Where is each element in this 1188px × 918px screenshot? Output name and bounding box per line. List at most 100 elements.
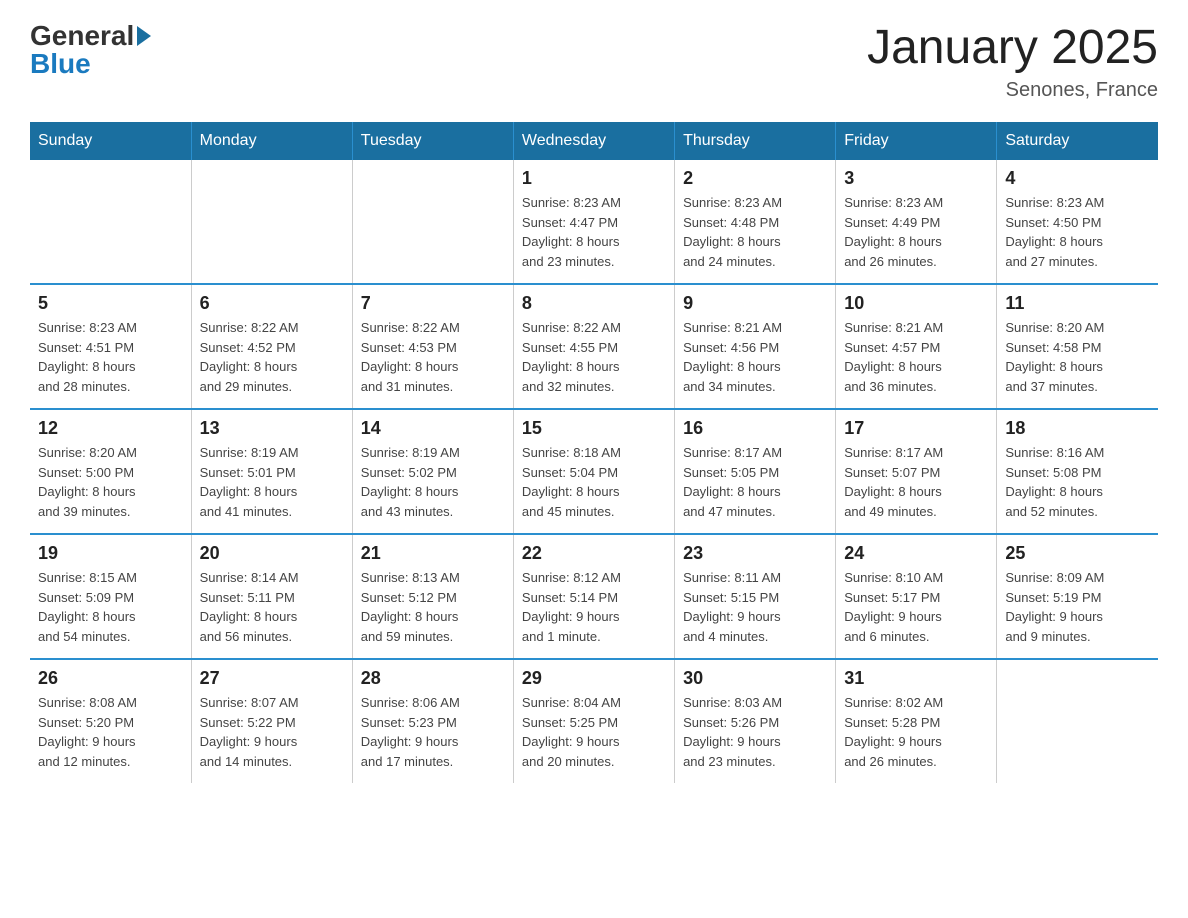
calendar-cell-w4-d4: 22Sunrise: 8:12 AMSunset: 5:14 PMDayligh… (513, 534, 674, 659)
day-number-3: 3 (844, 168, 988, 189)
calendar-cell-w1-d2 (191, 160, 352, 284)
day-info-1: Sunrise: 8:23 AMSunset: 4:47 PMDaylight:… (522, 193, 666, 271)
weekday-header-sunday: Sunday (30, 122, 191, 160)
page-title: January 2025 (867, 20, 1158, 75)
calendar-cell-w5-d7 (997, 659, 1158, 783)
day-info-17: Sunrise: 8:17 AMSunset: 5:07 PMDaylight:… (844, 443, 988, 521)
calendar-week-5: 26Sunrise: 8:08 AMSunset: 5:20 PMDayligh… (30, 659, 1158, 783)
calendar-cell-w4-d2: 20 Sunrise: 8:14 AMSunset: 5:11 PMDayligh… (191, 534, 352, 659)
day-info-14: Sunrise: 8:19 AMSunset: 5:02 PMDaylight:… (361, 443, 505, 521)
day-number-12: 12 (38, 418, 183, 439)
calendar-cell-w3-d1: 12 Sunrise: 8:20 AMSunset: 5:00 PMDayligh… (30, 409, 191, 534)
calendar-cell-w5-d2: 27 Sunrise: 8:07 AMSunset: 5:22 PMDayligh… (191, 659, 352, 783)
calendar-body: 1Sunrise: 8:23 AMSunset: 4:47 PMDaylight… (30, 160, 1158, 783)
logo-arrow-icon (137, 26, 151, 46)
day-info-12: Sunrise: 8:20 AMSunset: 5:00 PMDaylight:… (38, 443, 183, 521)
day-number-13: 13 (200, 418, 344, 439)
calendar-cell-w1-d6: 3Sunrise: 8:23 AMSunset: 4:49 PMDaylight… (836, 160, 997, 284)
day-info-16: Sunrise: 8:17 AMSunset: 5:05 PMDaylight:… (683, 443, 827, 521)
day-number-26: 26 (38, 668, 183, 689)
day-number-16: 16 (683, 418, 827, 439)
calendar-cell-w4-d3: 21 Sunrise: 8:13 AMSunset: 5:12 PMDayligh… (352, 534, 513, 659)
calendar-cell-w2-d6: 10 Sunrise: 8:21 AMSunset: 4:57 PMDayligh… (836, 284, 997, 409)
calendar-cell-w2-d4: 8 Sunrise: 8:22 AMSunset: 4:55 PMDaylight… (513, 284, 674, 409)
day-info-8: Sunrise: 8:22 AMSunset: 4:55 PMDaylight:… (522, 318, 666, 396)
calendar-cell-w4-d1: 19 Sunrise: 8:15 AMSunset: 5:09 PMDayligh… (30, 534, 191, 659)
day-number-30: 30 (683, 668, 827, 689)
weekday-header-thursday: Thursday (675, 122, 836, 160)
day-number-22: 22 (522, 543, 666, 564)
page-header: General Blue January 2025 Senones, Franc… (30, 20, 1158, 102)
calendar-cell-w2-d2: 6 Sunrise: 8:22 AMSunset: 4:52 PMDaylight… (191, 284, 352, 409)
day-number-7: 7 (361, 293, 505, 314)
day-info-7: Sunrise: 8:22 AMSunset: 4:53 PMDaylight:… (361, 318, 505, 396)
day-info-28: Sunrise: 8:06 AMSunset: 5:23 PMDaylight:… (361, 693, 505, 771)
calendar-cell-w1-d7: 4 Sunrise: 8:23 AMSunset: 4:50 PMDaylight… (997, 160, 1158, 284)
calendar-cell-w3-d7: 18 Sunrise: 8:16 AMSunset: 5:08 PMDayligh… (997, 409, 1158, 534)
day-info-21: Sunrise: 8:13 AMSunset: 5:12 PMDaylight:… (361, 568, 505, 646)
day-number-5: 5 (38, 293, 183, 314)
calendar-cell-w3-d6: 17 Sunrise: 8:17 AMSunset: 5:07 PMDayligh… (836, 409, 997, 534)
calendar-cell-w4-d6: 24 Sunrise: 8:10 AMSunset: 5:17 PMDayligh… (836, 534, 997, 659)
day-info-5: Sunrise: 8:23 AMSunset: 4:51 PMDaylight:… (38, 318, 183, 396)
day-number-17: 17 (844, 418, 988, 439)
day-number-31: 31 (844, 668, 988, 689)
day-info-10: Sunrise: 8:21 AMSunset: 4:57 PMDaylight:… (844, 318, 988, 396)
calendar-cell-w1-d5: 2Sunrise: 8:23 AMSunset: 4:48 PMDaylight… (675, 160, 836, 284)
day-number-4: 4 (1005, 168, 1150, 189)
day-number-23: 23 (683, 543, 827, 564)
day-number-8: 8 (522, 293, 666, 314)
calendar-cell-w5-d5: 30 Sunrise: 8:03 AMSunset: 5:26 PMDayligh… (675, 659, 836, 783)
calendar-cell-w4-d7: 25Sunrise: 8:09 AMSunset: 5:19 PMDayligh… (997, 534, 1158, 659)
day-info-18: Sunrise: 8:16 AMSunset: 5:08 PMDaylight:… (1005, 443, 1150, 521)
day-number-27: 27 (200, 668, 344, 689)
day-info-24: Sunrise: 8:10 AMSunset: 5:17 PMDaylight:… (844, 568, 988, 646)
page-subtitle: Senones, France (867, 79, 1158, 102)
day-info-30: Sunrise: 8:03 AMSunset: 5:26 PMDaylight:… (683, 693, 827, 771)
day-number-18: 18 (1005, 418, 1150, 439)
calendar-cell-w2-d7: 11 Sunrise: 8:20 AMSunset: 4:58 PMDayligh… (997, 284, 1158, 409)
calendar-cell-w2-d1: 5 Sunrise: 8:23 AMSunset: 4:51 PMDaylight… (30, 284, 191, 409)
day-info-2: Sunrise: 8:23 AMSunset: 4:48 PMDaylight:… (683, 193, 827, 271)
title-block: January 2025 Senones, France (867, 20, 1158, 102)
day-info-25: Sunrise: 8:09 AMSunset: 5:19 PMDaylight:… (1005, 568, 1150, 646)
calendar-cell-w5-d4: 29 Sunrise: 8:04 AMSunset: 5:25 PMDayligh… (513, 659, 674, 783)
calendar-week-4: 19 Sunrise: 8:15 AMSunset: 5:09 PMDayligh… (30, 534, 1158, 659)
calendar-cell-w3-d2: 13Sunrise: 8:19 AMSunset: 5:01 PMDayligh… (191, 409, 352, 534)
weekday-header-monday: Monday (191, 122, 352, 160)
day-number-29: 29 (522, 668, 666, 689)
day-info-27: Sunrise: 8:07 AMSunset: 5:22 PMDaylight:… (200, 693, 344, 771)
day-number-14: 14 (361, 418, 505, 439)
day-number-10: 10 (844, 293, 988, 314)
day-number-15: 15 (522, 418, 666, 439)
calendar-cell-w1-d4: 1Sunrise: 8:23 AMSunset: 4:47 PMDaylight… (513, 160, 674, 284)
calendar-cell-w1-d1 (30, 160, 191, 284)
day-number-20: 20 (200, 543, 344, 564)
day-number-28: 28 (361, 668, 505, 689)
day-info-11: Sunrise: 8:20 AMSunset: 4:58 PMDaylight:… (1005, 318, 1150, 396)
weekday-header-wednesday: Wednesday (513, 122, 674, 160)
day-number-6: 6 (200, 293, 344, 314)
calendar-cell-w5-d1: 26Sunrise: 8:08 AMSunset: 5:20 PMDayligh… (30, 659, 191, 783)
day-info-4: Sunrise: 8:23 AMSunset: 4:50 PMDaylight:… (1005, 193, 1150, 271)
day-info-31: Sunrise: 8:02 AMSunset: 5:28 PMDaylight:… (844, 693, 988, 771)
day-number-9: 9 (683, 293, 827, 314)
calendar-week-3: 12 Sunrise: 8:20 AMSunset: 5:00 PMDayligh… (30, 409, 1158, 534)
logo-blue-text: Blue (30, 48, 91, 80)
day-number-19: 19 (38, 543, 183, 564)
calendar-cell-w3-d4: 15Sunrise: 8:18 AMSunset: 5:04 PMDayligh… (513, 409, 674, 534)
calendar-cell-w2-d3: 7 Sunrise: 8:22 AMSunset: 4:53 PMDaylight… (352, 284, 513, 409)
weekday-header-saturday: Saturday (997, 122, 1158, 160)
calendar-cell-w3-d5: 16 Sunrise: 8:17 AMSunset: 5:05 PMDayligh… (675, 409, 836, 534)
day-info-29: Sunrise: 8:04 AMSunset: 5:25 PMDaylight:… (522, 693, 666, 771)
calendar-header: SundayMondayTuesdayWednesdayThursdayFrid… (30, 122, 1158, 160)
calendar-week-1: 1Sunrise: 8:23 AMSunset: 4:47 PMDaylight… (30, 160, 1158, 284)
day-info-19: Sunrise: 8:15 AMSunset: 5:09 PMDaylight:… (38, 568, 183, 646)
day-info-20: Sunrise: 8:14 AMSunset: 5:11 PMDaylight:… (200, 568, 344, 646)
logo: General Blue (30, 20, 151, 80)
day-number-11: 11 (1005, 293, 1150, 314)
day-number-21: 21 (361, 543, 505, 564)
day-info-6: Sunrise: 8:22 AMSunset: 4:52 PMDaylight:… (200, 318, 344, 396)
day-number-24: 24 (844, 543, 988, 564)
weekday-header-friday: Friday (836, 122, 997, 160)
